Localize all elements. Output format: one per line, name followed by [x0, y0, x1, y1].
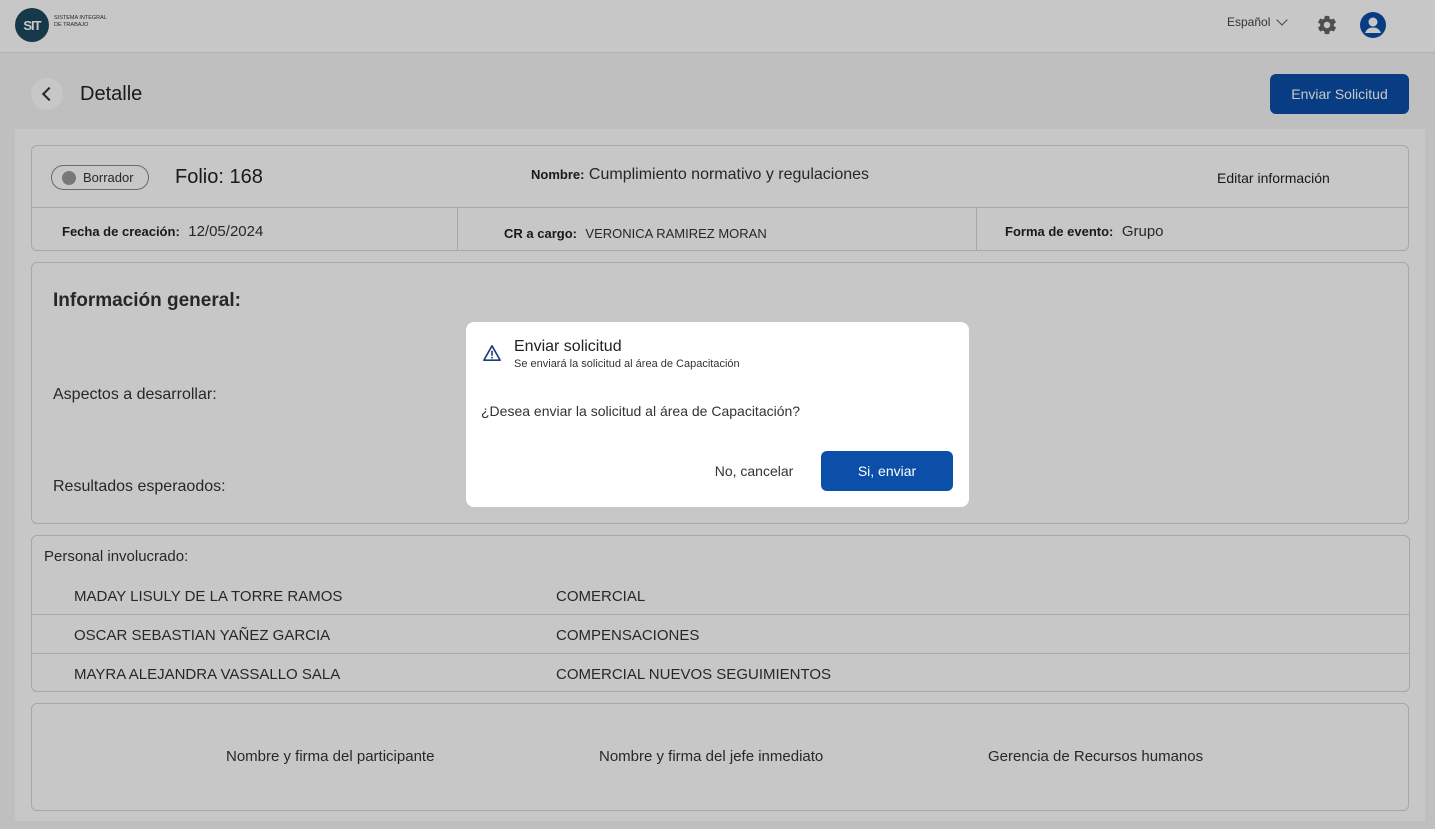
confirm-send-button[interactable]: Si, enviar	[821, 451, 953, 491]
warning-icon	[483, 344, 501, 362]
confirm-send-dialog: Enviar solicitud Se enviará la solicitud…	[466, 322, 969, 507]
dialog-title: Enviar solicitud	[514, 338, 622, 355]
dialog-subtitle: Se enviará la solicitud al área de Capac…	[514, 358, 740, 370]
dialog-message: ¿Desea enviar la solicitud al área de Ca…	[481, 403, 801, 419]
cancel-button[interactable]: No, cancelar	[704, 451, 804, 491]
